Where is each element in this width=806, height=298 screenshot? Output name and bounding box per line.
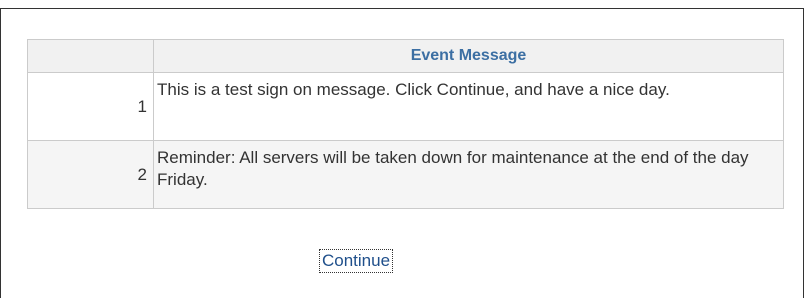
event-message-table: Event Message 1 This is a test sign on m… — [27, 39, 784, 209]
row-number-header — [27, 39, 154, 73]
row-number: 2 — [27, 140, 154, 209]
event-message-text: This is a test sign on message. Click Co… — [153, 72, 784, 141]
table-row: 1 This is a test sign on message. Click … — [27, 72, 784, 141]
event-message-header: Event Message — [153, 39, 784, 73]
continue-button[interactable]: Continue — [319, 249, 394, 273]
table-header-row: Event Message — [27, 39, 784, 73]
table-row: 2 Reminder: All servers will be taken do… — [27, 140, 784, 209]
event-message-text: Reminder: All servers will be taken down… — [153, 140, 784, 209]
row-number: 1 — [27, 72, 154, 141]
